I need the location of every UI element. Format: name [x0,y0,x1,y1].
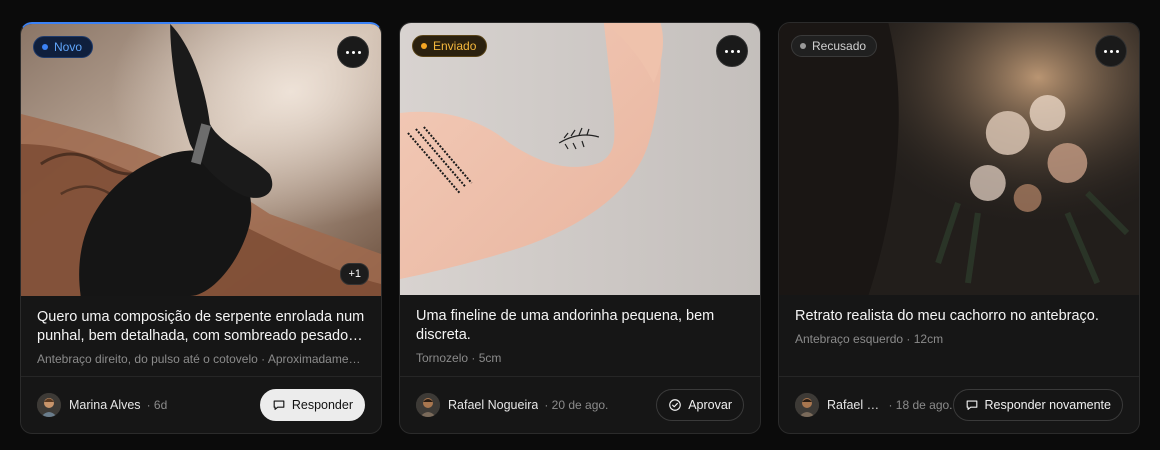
request-card[interactable]: Novo +1 Quero uma composição de serpente… [20,22,382,434]
request-title: Uma fineline de uma andorinha pequena, b… [416,308,715,343]
request-card[interactable]: Enviado Uma fineline de uma andorinha pe… [399,22,761,434]
respond-again-button[interactable]: Responder novamente [952,389,1123,421]
arm-tattoo-photo [400,23,760,295]
bouquet-photo [779,23,1139,295]
reference-image[interactable] [21,24,381,296]
request-card[interactable]: Recusado Retrato realista do meu cachorr… [778,22,1140,434]
request-meta: Antebraço direito, do pulso até o cotove… [37,352,365,366]
avatar [795,393,819,417]
timestamp: · 6d [146,398,168,412]
chat-icon [966,400,977,410]
avatar [37,393,61,417]
card-footer: Marina Alves · 6d Responder [21,376,381,433]
author-name[interactable]: Rafael No... [827,398,882,412]
reference-image[interactable] [779,23,1139,295]
request-cards: Novo +1 Quero uma composição de serpente… [0,0,1160,450]
status-badge: Recusado [791,35,878,57]
request-title: Retrato realista do meu cachorro no ante… [795,308,1099,324]
more-options-button[interactable] [716,35,748,67]
status-badge: Novo [33,36,94,58]
status-label: Enviado [433,39,477,53]
more-options-button[interactable] [337,36,369,68]
card-footer: Rafael Nogueira · 20 de ago. Aprovar [400,376,760,433]
approve-button[interactable]: Aprovar [656,389,744,421]
timestamp: · 18 de ago. [888,398,953,412]
respond-again-button-label: Responder novamente [984,398,1111,412]
approve-button-label: Aprovar [688,398,732,412]
reference-image[interactable] [400,23,760,295]
card-footer: Rafael No... · 18 de ago. Responder nova… [779,376,1139,433]
status-dot [421,43,427,49]
status-dot [42,44,48,50]
author-name[interactable]: Rafael Nogueira [448,398,538,412]
timestamp: · 20 de ago. [544,398,609,412]
more-icon [1103,49,1119,53]
more-icon [724,49,740,53]
avatar [416,393,440,417]
chat-icon [273,400,285,410]
status-dot [800,43,806,49]
status-badge: Enviado [412,35,488,57]
tattoo-artist-photo [21,24,381,296]
more-options-button[interactable] [1095,35,1127,67]
status-label: Recusado [812,39,867,53]
request-meta: Tornozelo · 5cm [416,351,502,365]
request-title: Quero uma composição de serpente enrolad… [37,309,365,344]
check-circle-icon [669,399,682,411]
respond-button-label: Responder [291,398,353,412]
more-icon [345,50,361,54]
respond-button[interactable]: Responder [259,389,365,421]
extra-images-count[interactable]: +1 [340,263,369,285]
author-name[interactable]: Marina Alves [69,398,141,412]
request-meta: Antebraço esquerdo · 12cm [795,332,944,346]
status-label: Novo [54,40,83,54]
